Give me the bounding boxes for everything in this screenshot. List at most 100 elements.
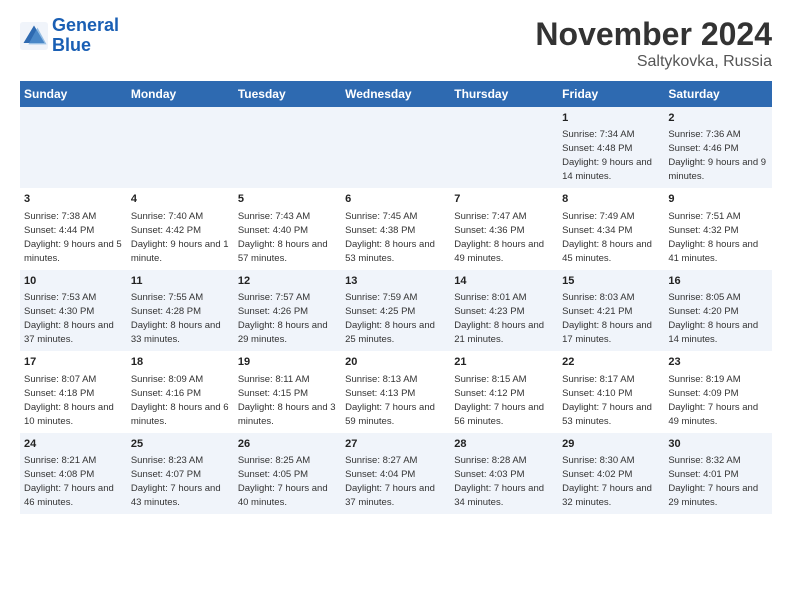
- col-monday: Monday: [127, 81, 234, 107]
- day-number: 10: [24, 274, 123, 289]
- calendar-cell: 2 Sunrise: 7:36 AMSunset: 4:46 PMDaylight…: [664, 107, 772, 188]
- calendar-subtitle: Saltykovka, Russia: [535, 53, 772, 71]
- calendar-cell: 14 Sunrise: 8:01 AMSunset: 4:23 PMDayligh…: [450, 270, 558, 351]
- day-info: Sunrise: 8:21 AMSunset: 4:08 PMDaylight:…: [24, 455, 114, 508]
- day-info: Sunrise: 7:47 AMSunset: 4:36 PMDaylight:…: [454, 211, 544, 264]
- calendar-week-row: 3 Sunrise: 7:38 AMSunset: 4:44 PMDaylight…: [20, 188, 772, 269]
- day-number: 16: [668, 274, 768, 289]
- day-number: 17: [24, 355, 123, 370]
- day-info: Sunrise: 7:55 AMSunset: 4:28 PMDaylight:…: [131, 292, 221, 345]
- day-info: Sunrise: 7:51 AMSunset: 4:32 PMDaylight:…: [668, 211, 758, 264]
- day-info: Sunrise: 7:36 AMSunset: 4:46 PMDaylight:…: [668, 129, 766, 182]
- day-info: Sunrise: 8:28 AMSunset: 4:03 PMDaylight:…: [454, 455, 544, 508]
- day-info: Sunrise: 8:11 AMSunset: 4:15 PMDaylight:…: [238, 374, 336, 427]
- day-number: 4: [131, 192, 230, 207]
- day-number: 20: [345, 355, 446, 370]
- day-number: 5: [238, 192, 337, 207]
- calendar-cell: 10 Sunrise: 7:53 AMSunset: 4:30 PMDayligh…: [20, 270, 127, 351]
- calendar-cell: 11 Sunrise: 7:55 AMSunset: 4:28 PMDayligh…: [127, 270, 234, 351]
- logo-text: General Blue: [52, 16, 119, 56]
- calendar-cell: 7 Sunrise: 7:47 AMSunset: 4:36 PMDaylight…: [450, 188, 558, 269]
- title-block: November 2024 Saltykovka, Russia: [535, 16, 772, 71]
- day-info: Sunrise: 7:38 AMSunset: 4:44 PMDaylight:…: [24, 211, 122, 264]
- day-number: 6: [345, 192, 446, 207]
- page-container: General Blue November 2024 Saltykovka, R…: [0, 0, 792, 524]
- calendar-cell: 30 Sunrise: 8:32 AMSunset: 4:01 PMDayligh…: [664, 433, 772, 514]
- logo-icon: [20, 22, 48, 50]
- day-info: Sunrise: 8:15 AMSunset: 4:12 PMDaylight:…: [454, 374, 544, 427]
- calendar-week-row: 17Sunrise: 8:07 AMSunset: 4:18 PMDayligh…: [20, 351, 772, 432]
- header: General Blue November 2024 Saltykovka, R…: [20, 16, 772, 71]
- day-info: Sunrise: 8:32 AMSunset: 4:01 PMDaylight:…: [668, 455, 758, 508]
- calendar-cell: 18 Sunrise: 8:09 AMSunset: 4:16 PMDayligh…: [127, 351, 234, 432]
- day-info: Sunrise: 8:19 AMSunset: 4:09 PMDaylight:…: [668, 374, 758, 427]
- calendar-cell: 8 Sunrise: 7:49 AMSunset: 4:34 PMDaylight…: [558, 188, 664, 269]
- calendar-cell: 20 Sunrise: 8:13 AMSunset: 4:13 PMDayligh…: [341, 351, 450, 432]
- calendar-cell: 13 Sunrise: 7:59 AMSunset: 4:25 PMDayligh…: [341, 270, 450, 351]
- day-number: 18: [131, 355, 230, 370]
- calendar-cell: 23 Sunrise: 8:19 AMSunset: 4:09 PMDayligh…: [664, 351, 772, 432]
- day-info: Sunrise: 8:30 AMSunset: 4:02 PMDaylight:…: [562, 455, 652, 508]
- calendar-cell: 1 Sunrise: 7:34 AMSunset: 4:48 PMDaylight…: [558, 107, 664, 188]
- col-friday: Friday: [558, 81, 664, 107]
- calendar-cell: [450, 107, 558, 188]
- calendar-cell: 26Sunrise: 8:25 AMSunset: 4:05 PMDayligh…: [234, 433, 341, 514]
- day-info: Sunrise: 8:27 AMSunset: 4:04 PMDaylight:…: [345, 455, 435, 508]
- day-info: Sunrise: 8:03 AMSunset: 4:21 PMDaylight:…: [562, 292, 652, 345]
- calendar-cell: 27 Sunrise: 8:27 AMSunset: 4:04 PMDayligh…: [341, 433, 450, 514]
- day-number: 8: [562, 192, 660, 207]
- day-info: Sunrise: 7:34 AMSunset: 4:48 PMDaylight:…: [562, 129, 652, 182]
- day-info: Sunrise: 7:45 AMSunset: 4:38 PMDaylight:…: [345, 211, 435, 264]
- col-thursday: Thursday: [450, 81, 558, 107]
- day-info: Sunrise: 7:40 AMSunset: 4:42 PMDaylight:…: [131, 211, 229, 264]
- calendar-cell: 9 Sunrise: 7:51 AMSunset: 4:32 PMDaylight…: [664, 188, 772, 269]
- day-number: 9: [668, 192, 768, 207]
- day-info: Sunrise: 8:23 AMSunset: 4:07 PMDaylight:…: [131, 455, 221, 508]
- calendar-cell: 25 Sunrise: 8:23 AMSunset: 4:07 PMDayligh…: [127, 433, 234, 514]
- calendar-cell: 24 Sunrise: 8:21 AMSunset: 4:08 PMDayligh…: [20, 433, 127, 514]
- day-number: 19: [238, 355, 337, 370]
- calendar-header-row: Sunday Monday Tuesday Wednesday Thursday…: [20, 81, 772, 107]
- day-number: 15: [562, 274, 660, 289]
- day-number: 11: [131, 274, 230, 289]
- calendar-cell: [234, 107, 341, 188]
- calendar-week-row: 10 Sunrise: 7:53 AMSunset: 4:30 PMDayligh…: [20, 270, 772, 351]
- calendar-cell: 6 Sunrise: 7:45 AMSunset: 4:38 PMDaylight…: [341, 188, 450, 269]
- day-number: 24: [24, 437, 123, 452]
- calendar-cell: 28 Sunrise: 8:28 AMSunset: 4:03 PMDayligh…: [450, 433, 558, 514]
- day-number: 25: [131, 437, 230, 452]
- day-number: 7: [454, 192, 554, 207]
- calendar-cell: 22Sunrise: 8:17 AMSunset: 4:10 PMDayligh…: [558, 351, 664, 432]
- calendar-cell: 19 Sunrise: 8:11 AMSunset: 4:15 PMDayligh…: [234, 351, 341, 432]
- day-info: Sunrise: 7:59 AMSunset: 4:25 PMDaylight:…: [345, 292, 435, 345]
- day-number: 3: [24, 192, 123, 207]
- day-info: Sunrise: 7:43 AMSunset: 4:40 PMDaylight:…: [238, 211, 328, 264]
- day-number: 1: [562, 111, 660, 126]
- calendar-cell: 21Sunrise: 8:15 AMSunset: 4:12 PMDayligh…: [450, 351, 558, 432]
- day-number: 2: [668, 111, 768, 126]
- calendar-title: November 2024: [535, 16, 772, 53]
- day-info: Sunrise: 7:49 AMSunset: 4:34 PMDaylight:…: [562, 211, 652, 264]
- day-info: Sunrise: 8:09 AMSunset: 4:16 PMDaylight:…: [131, 374, 229, 427]
- day-number: 13: [345, 274, 446, 289]
- calendar-cell: [341, 107, 450, 188]
- day-info: Sunrise: 7:53 AMSunset: 4:30 PMDaylight:…: [24, 292, 114, 345]
- day-info: Sunrise: 7:57 AMSunset: 4:26 PMDaylight:…: [238, 292, 328, 345]
- day-info: Sunrise: 8:17 AMSunset: 4:10 PMDaylight:…: [562, 374, 652, 427]
- day-number: 12: [238, 274, 337, 289]
- day-info: Sunrise: 8:13 AMSunset: 4:13 PMDaylight:…: [345, 374, 435, 427]
- day-number: 30: [668, 437, 768, 452]
- day-number: 14: [454, 274, 554, 289]
- calendar-table: Sunday Monday Tuesday Wednesday Thursday…: [20, 81, 772, 514]
- day-info: Sunrise: 8:01 AMSunset: 4:23 PMDaylight:…: [454, 292, 544, 345]
- col-saturday: Saturday: [664, 81, 772, 107]
- col-sunday: Sunday: [20, 81, 127, 107]
- day-number: 28: [454, 437, 554, 452]
- calendar-cell: 15 Sunrise: 8:03 AMSunset: 4:21 PMDayligh…: [558, 270, 664, 351]
- calendar-cell: [20, 107, 127, 188]
- day-info: Sunrise: 8:25 AMSunset: 4:05 PMDaylight:…: [238, 455, 328, 508]
- day-number: 27: [345, 437, 446, 452]
- calendar-cell: 12 Sunrise: 7:57 AMSunset: 4:26 PMDayligh…: [234, 270, 341, 351]
- day-number: 23: [668, 355, 768, 370]
- calendar-cell: 29Sunrise: 8:30 AMSunset: 4:02 PMDayligh…: [558, 433, 664, 514]
